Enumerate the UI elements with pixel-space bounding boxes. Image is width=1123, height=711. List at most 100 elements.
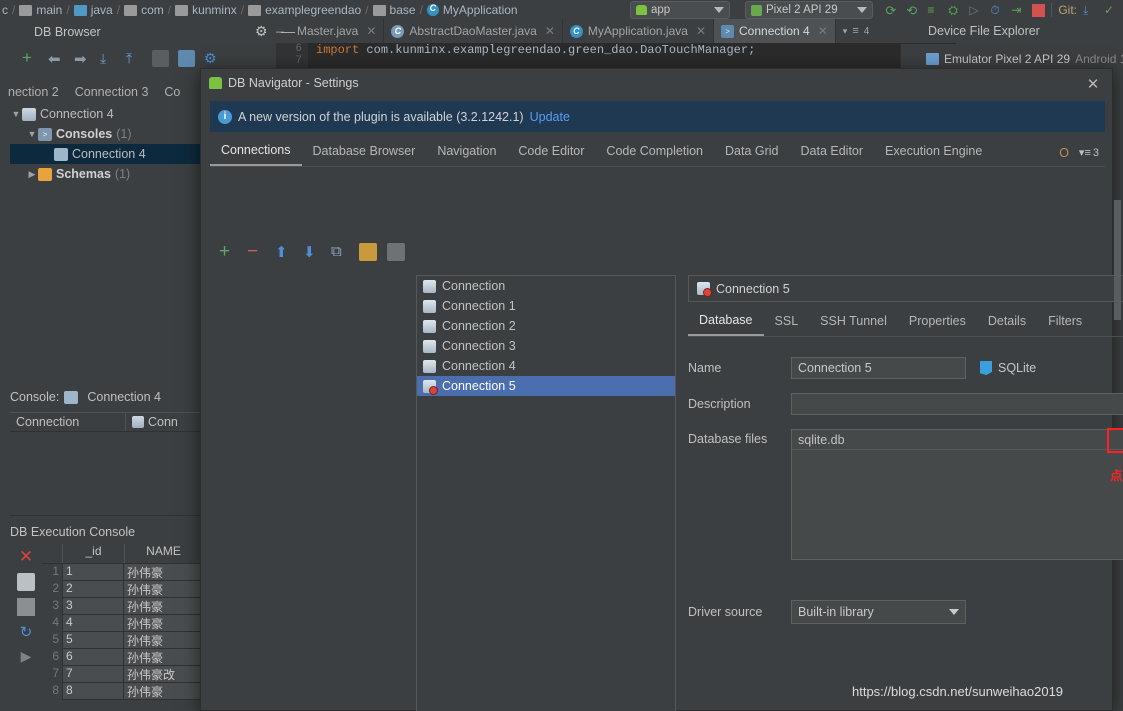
move-up-icon[interactable]: ⬆: [275, 243, 293, 261]
profile-icon[interactable]: ⏱: [990, 3, 1005, 17]
cell-id[interactable]: 5: [62, 632, 124, 649]
list-item[interactable]: Connection 4: [417, 356, 675, 376]
module-selector[interactable]: app: [630, 1, 730, 19]
cell-name[interactable]: 孙伟豪: [124, 598, 202, 615]
cell-name[interactable]: 孙伟豪: [124, 564, 202, 581]
vcs-update-icon[interactable]: ⤓: [1083, 3, 1098, 17]
tab-navigation[interactable]: Navigation: [426, 140, 507, 165]
stop-icon[interactable]: [1032, 3, 1046, 17]
cell-id[interactable]: 1: [62, 564, 124, 581]
table-row[interactable]: 2 2 孙伟豪: [42, 581, 202, 598]
column-header[interactable]: Conn: [126, 413, 184, 431]
tab-execution-engine[interactable]: Execution Engine: [874, 140, 993, 165]
editor-tab-myapplication[interactable]: MyApplication.java ✕: [563, 19, 714, 43]
detail-tab-database[interactable]: Database: [688, 309, 764, 336]
attach-debugger-icon[interactable]: ⇥: [1011, 3, 1026, 17]
code-editor[interactable]: 6 7 import com.kunminx.examplegreendao.g…: [266, 43, 956, 69]
forward-arrow-icon[interactable]: ➡: [74, 50, 91, 68]
new-console-icon[interactable]: [178, 49, 195, 67]
close-icon[interactable]: ✕: [1084, 77, 1102, 95]
list-item[interactable]: Connection 1: [417, 296, 675, 316]
add-icon[interactable]: +: [22, 49, 39, 67]
table-row[interactable]: 3 3 孙伟豪: [42, 598, 202, 615]
cancel-icon[interactable]: ✕: [17, 548, 35, 566]
breadcrumb-item[interactable]: examplegreendao /: [248, 3, 372, 17]
tab-database-browser[interactable]: Database Browser: [302, 140, 427, 165]
settings-list-icon[interactable]: [152, 49, 169, 67]
paste-new-icon[interactable]: [359, 243, 377, 261]
cell-id[interactable]: 6: [62, 649, 124, 666]
cell-id[interactable]: 7: [62, 666, 124, 683]
list-item[interactable]: Connection 3: [417, 336, 675, 356]
detail-tab-filters[interactable]: Filters: [1037, 310, 1093, 335]
breadcrumb-item[interactable]: main /: [19, 3, 73, 17]
close-icon[interactable]: ✕: [545, 24, 555, 38]
tab-code-editor[interactable]: Code Editor: [507, 140, 595, 165]
tree-row-schemas[interactable]: ▶ Schemas (1): [10, 164, 202, 184]
cell-id[interactable]: 2: [62, 581, 124, 598]
editor-tab-abstractdaomaster[interactable]: AbstractDaoMaster.java ✕: [384, 19, 563, 43]
cell-name[interactable]: 孙伟豪: [124, 649, 202, 666]
device-selector[interactable]: Pixel 2 API 29: [745, 1, 873, 19]
refresh-icon[interactable]: ↻: [17, 623, 35, 641]
vcs-commit-icon[interactable]: ✓: [1104, 3, 1119, 17]
cell-name[interactable]: 孙伟豪: [124, 615, 202, 632]
table-row[interactable]: sqlite.db main: [792, 430, 1123, 450]
cell-id[interactable]: 8: [62, 683, 124, 700]
cell-name[interactable]: 孙伟豪: [124, 683, 202, 700]
twisty-icon[interactable]: ▶: [26, 169, 38, 180]
column-header-id[interactable]: _id: [62, 544, 124, 563]
ide-scrollbar[interactable]: [1113, 60, 1122, 560]
back-arrow-icon[interactable]: ⬅: [48, 50, 65, 68]
detail-tab-details[interactable]: Details: [977, 310, 1037, 335]
breadcrumb-item[interactable]: com /: [124, 3, 175, 17]
minimize-icon[interactable]: —: [281, 23, 295, 39]
cell-name[interactable]: 孙伟豪改: [124, 666, 202, 683]
expand-all-icon[interactable]: ⤓: [100, 50, 117, 67]
editor-tab-overflow[interactable]: ▾ ≡ 4: [836, 19, 877, 43]
cell-id[interactable]: 4: [62, 615, 124, 632]
update-link[interactable]: Update: [530, 110, 570, 124]
inspect-icon[interactable]: [17, 573, 35, 591]
driver-source-select[interactable]: Built-in library: [791, 600, 966, 624]
close-icon[interactable]: ✕: [366, 24, 376, 38]
list-item[interactable]: Connection: [417, 276, 675, 296]
list-item[interactable]: Connection 2: [417, 316, 675, 336]
tree-row-connection-4[interactable]: ▼ Connection 4: [10, 104, 202, 124]
tab-data-grid[interactable]: Data Grid: [714, 140, 790, 165]
twisty-icon[interactable]: ▼: [26, 129, 38, 139]
database-file-path[interactable]: sqlite.db: [792, 433, 1123, 447]
detail-tab-ssh-tunnel[interactable]: SSH Tunnel: [809, 310, 898, 335]
db-tab-connection-2[interactable]: nection 2: [0, 85, 67, 102]
apply-changes-icon[interactable]: ⟲: [906, 3, 921, 18]
table-row[interactable]: 1 1 孙伟豪: [42, 564, 202, 581]
close-icon[interactable]: ✕: [818, 24, 828, 38]
scrollbar-thumb[interactable]: [1114, 200, 1121, 320]
table-row[interactable]: 5 5 孙伟豪: [42, 632, 202, 649]
detail-tab-properties[interactable]: Properties: [898, 310, 977, 335]
tree-row-console-connection-4[interactable]: Connection 4: [10, 144, 202, 164]
run-icon[interactable]: ⟳: [885, 3, 900, 18]
breadcrumb-item[interactable]: java /: [73, 3, 124, 17]
description-input[interactable]: [791, 393, 1123, 415]
detail-tab-ssl[interactable]: SSL: [764, 310, 810, 335]
table-row[interactable]: 4 4 孙伟豪: [42, 615, 202, 632]
gear-icon[interactable]: ⚙: [255, 23, 271, 39]
tab-connections[interactable]: Connections: [210, 139, 302, 166]
twisty-icon[interactable]: ▼: [10, 109, 22, 119]
list-item[interactable]: Connection 5: [417, 376, 675, 396]
editor-tab-master[interactable]: Master.java ✕: [290, 19, 385, 43]
collapse-all-icon[interactable]: ⤒: [126, 50, 143, 67]
copy-icon[interactable]: ⧉: [331, 243, 349, 261]
result-grid-table[interactable]: _id NAME 1 1 孙伟豪 2 2 孙伟豪 3 3 孙伟豪 4 4 孙伟豪 5 5 孙伟豪 6 6 孙伟豪 7…: [42, 544, 202, 711]
add-connection-icon[interactable]: +: [219, 242, 237, 261]
column-header-name[interactable]: NAME: [124, 544, 202, 563]
device-file-explorer-device[interactable]: Emulator Pixel 2 API 29 Android 1: [926, 52, 1123, 66]
remove-connection-icon[interactable]: −: [247, 242, 265, 261]
db-tab-connection-3[interactable]: Connection 3: [67, 85, 157, 102]
column-header[interactable]: Connection: [10, 413, 126, 431]
breadcrumb-item[interactable]: kunminx /: [175, 3, 248, 17]
close-icon[interactable]: ✕: [696, 24, 706, 38]
cell-name[interactable]: 孙伟豪: [124, 632, 202, 649]
dialog-tabs-overflow[interactable]: O ▾≡ 3: [1059, 146, 1105, 160]
